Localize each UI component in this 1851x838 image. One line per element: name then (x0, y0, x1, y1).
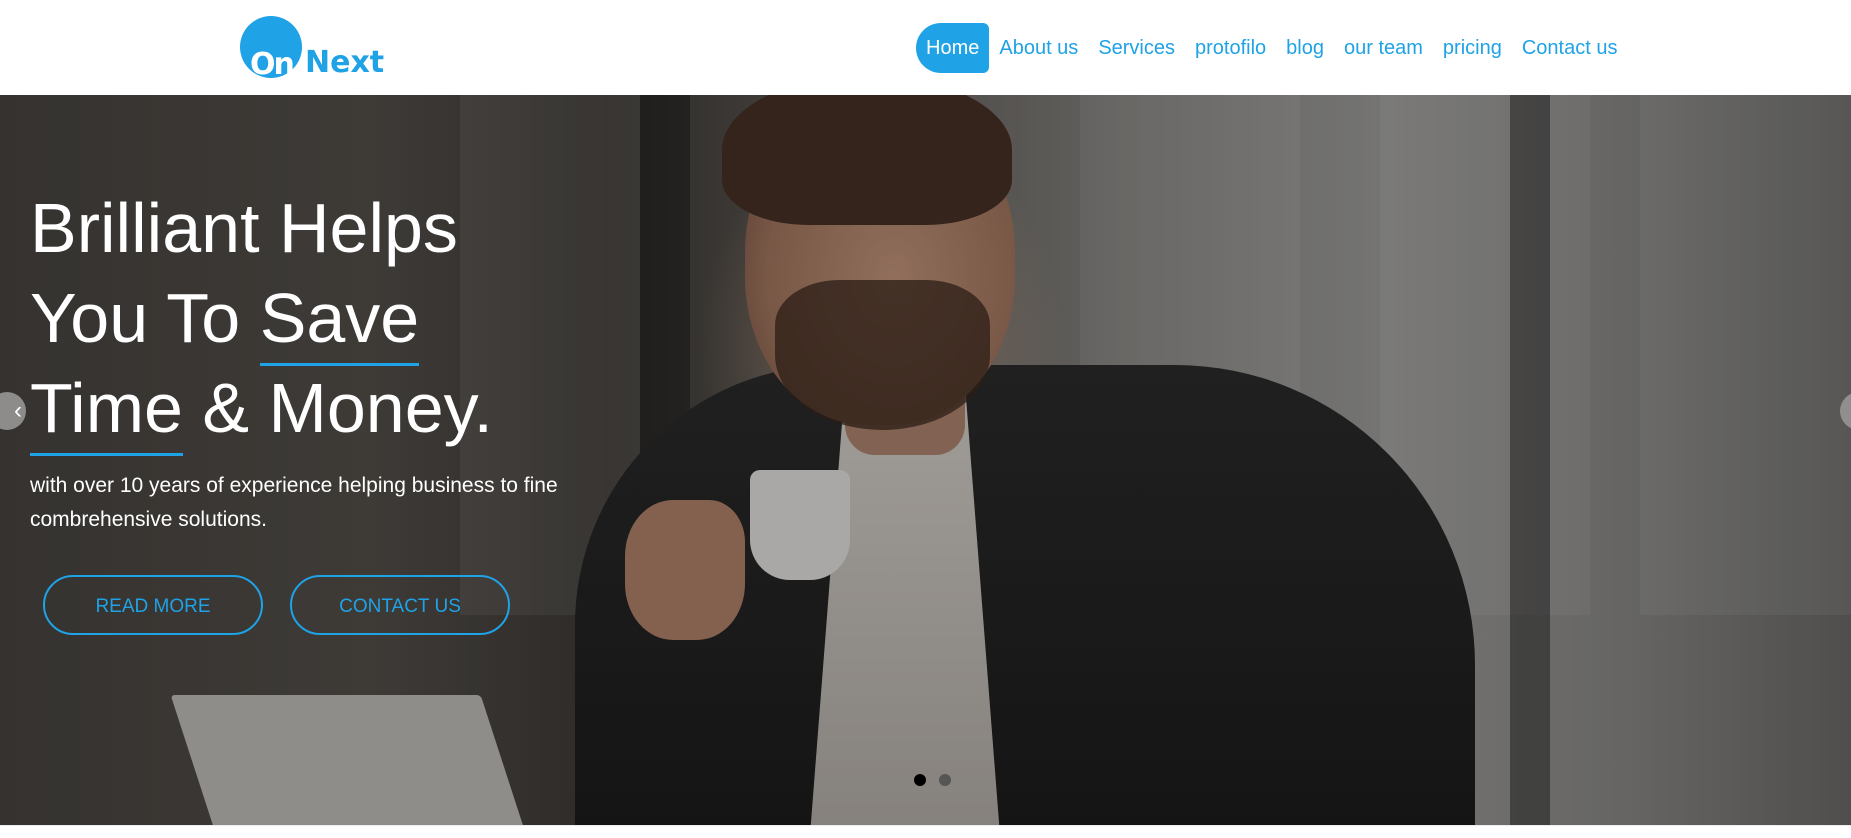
nav-home[interactable]: Home (916, 23, 990, 73)
read-more-button[interactable]: READ MORE (43, 575, 263, 635)
hero-slider: Brilliant Helps You To Save Time & Money… (0, 95, 1851, 825)
hero-headline: Brilliant Helps You To Save Time & Money… (30, 183, 493, 456)
site-header: On Next Home About us Services protofilo… (0, 0, 1851, 95)
headline-line-2: You To Save (30, 273, 493, 366)
contact-us-button[interactable]: CONTACT US (290, 575, 510, 635)
main-nav: Home About us Services protofilo blog ou… (916, 23, 1627, 73)
logo-next-text: Next (305, 45, 385, 80)
slider-dot-2[interactable] (939, 774, 951, 786)
nav-contact-us[interactable]: Contact us (1512, 23, 1628, 73)
nav-services[interactable]: Services (1088, 23, 1185, 73)
headline-text: You To (30, 279, 260, 357)
headline-underlined-save: Save (259, 273, 419, 366)
nav-about-us[interactable]: About us (989, 23, 1088, 73)
onnext-logo[interactable]: On Next (238, 14, 398, 84)
slider-dots (914, 774, 951, 786)
nav-pricing[interactable]: pricing (1433, 23, 1512, 73)
nav-portfolio[interactable]: protofilo (1185, 23, 1276, 73)
headline-line-1: Brilliant Helps (30, 189, 458, 267)
nav-our-team[interactable]: our team (1334, 23, 1433, 73)
headline-text: & Money. (182, 369, 493, 447)
slider-dot-1[interactable] (914, 774, 926, 786)
hero-subtext: with over 10 years of experience helping… (30, 474, 558, 531)
section-divider (0, 825, 1851, 838)
nav-blog[interactable]: blog (1276, 23, 1334, 73)
headline-underlined-time: Time (30, 363, 183, 456)
logo-on-text: On (250, 47, 295, 82)
headline-line-3: Time & Money. (30, 363, 493, 456)
